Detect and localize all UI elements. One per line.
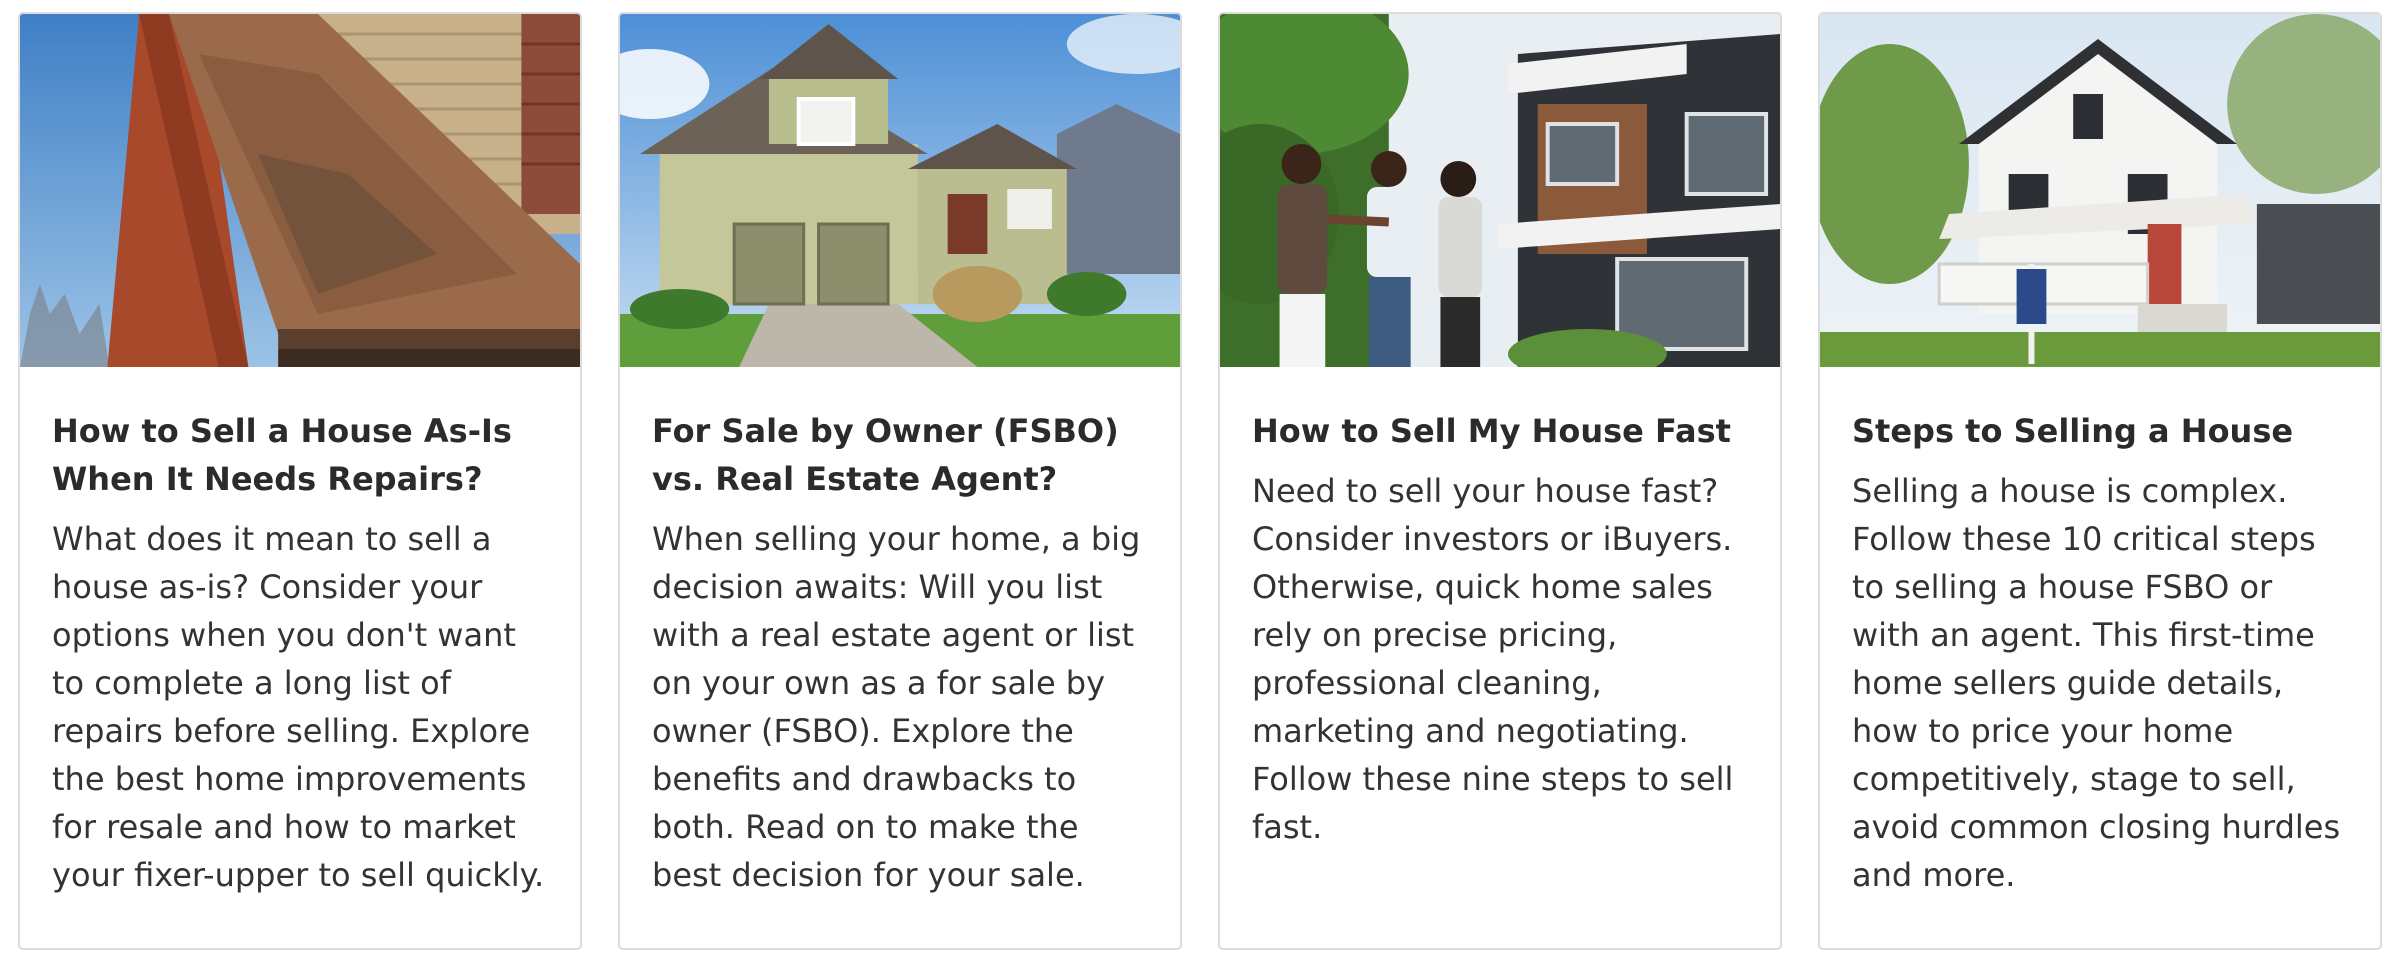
article-cards-grid: How to Sell a House As-Is When It Needs … <box>0 0 2402 966</box>
article-excerpt: Selling a house is complex. Follow these… <box>1852 472 2341 894</box>
article-excerpt: Need to sell your house fast? Consider i… <box>1252 472 1734 846</box>
article-card-sell-fast[interactable]: How to Sell My House Fast Need to sell y… <box>1218 12 1782 950</box>
white-farmhouse-photo[interactable] <box>1820 14 2380 367</box>
article-title[interactable]: How to Sell My House Fast <box>1252 407 1750 455</box>
article-title[interactable]: Steps to Selling a House <box>1852 407 2350 455</box>
article-card-sell-as-is[interactable]: How to Sell a House As-Is When It Needs … <box>18 12 582 950</box>
article-card-fsbo-vs-agent[interactable]: For Sale by Owner (FSBO) vs. Real Estate… <box>618 12 1182 950</box>
suburban-house-photo[interactable] <box>620 14 1180 367</box>
article-card-steps-to-selling[interactable]: Steps to Selling a House Selling a house… <box>1818 12 2382 950</box>
article-title[interactable]: How to Sell a House As-Is When It Needs … <box>52 407 550 503</box>
damaged-roof-photo[interactable] <box>20 14 580 367</box>
article-excerpt: When selling your home, a big decision a… <box>652 520 1141 894</box>
article-title[interactable]: For Sale by Owner (FSBO) vs. Real Estate… <box>652 407 1150 503</box>
buyers-handshake-photo[interactable] <box>1220 14 1780 367</box>
article-excerpt: What does it mean to sell a house as-is?… <box>52 520 545 894</box>
